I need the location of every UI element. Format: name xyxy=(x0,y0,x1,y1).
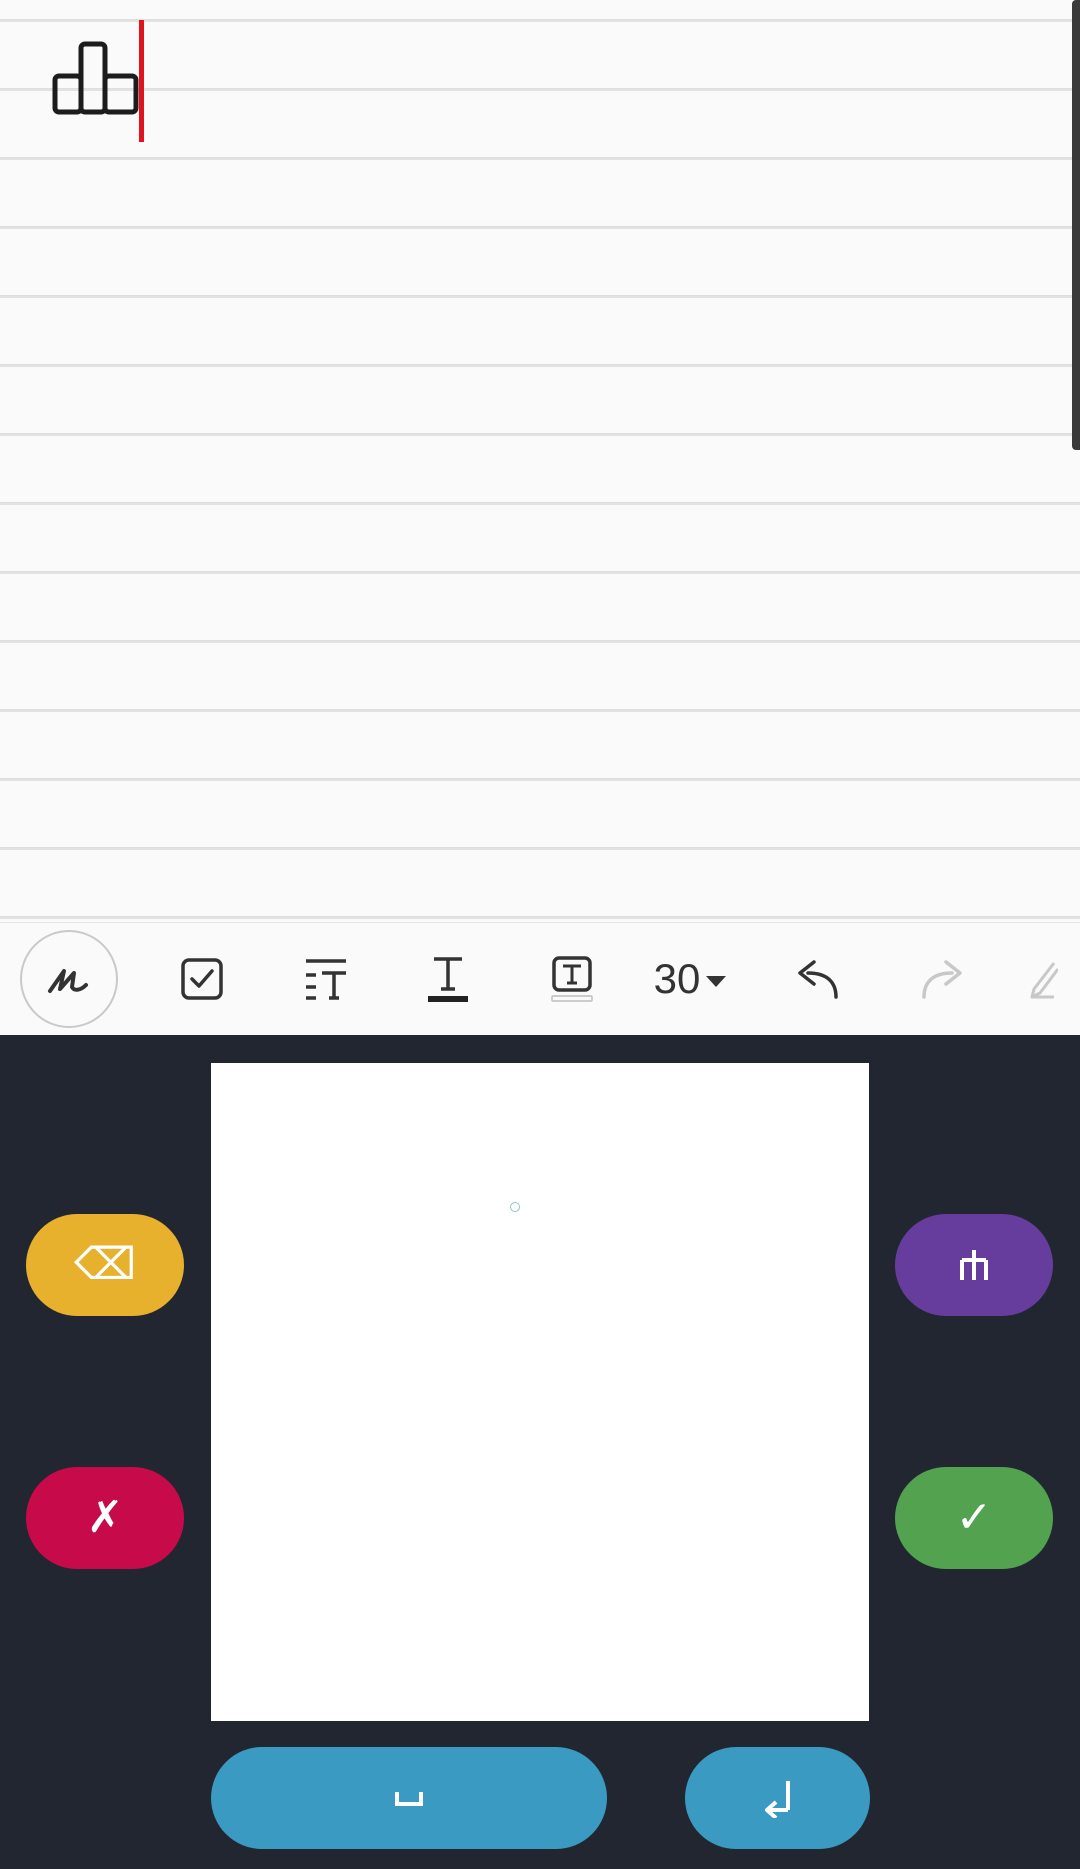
cross-icon: ✗ xyxy=(86,1492,124,1543)
pen-tool-selected-ring xyxy=(20,930,118,1028)
checkbox-tool-button[interactable] xyxy=(160,923,244,1035)
undo-button[interactable] xyxy=(776,923,860,1035)
symbol-glyph-icon xyxy=(960,1250,988,1280)
text-align-tool-button[interactable] xyxy=(284,923,368,1035)
handwriting-keyboard: ⌫ ✗ ✓ xyxy=(0,1035,1080,1869)
pen-tool-button[interactable] xyxy=(18,923,120,1035)
symbol-button[interactable] xyxy=(895,1214,1053,1316)
formatting-toolbar: 30 xyxy=(0,922,1080,1035)
text-cursor xyxy=(139,20,144,142)
checkbox-icon xyxy=(181,958,223,1000)
redo-icon xyxy=(922,960,962,999)
cancel-button[interactable]: ✗ xyxy=(26,1467,184,1569)
textbox-icon xyxy=(551,956,593,1002)
text-underline-icon xyxy=(428,957,468,1002)
space-icon xyxy=(395,1792,423,1806)
redo-button[interactable] xyxy=(900,923,984,1035)
check-icon: ✓ xyxy=(955,1492,993,1543)
font-size-dropdown[interactable]: 30 xyxy=(640,923,740,1035)
ruled-lines xyxy=(0,0,1080,922)
handwriting-input-canvas[interactable] xyxy=(211,1063,869,1721)
handwriting-note-screen: 30 ⌫ ✗ ✓ xyxy=(0,0,1080,1869)
enter-button[interactable] xyxy=(685,1747,870,1849)
backspace-button[interactable]: ⌫ xyxy=(26,1214,184,1316)
space-button[interactable] xyxy=(211,1747,607,1849)
enter-icon xyxy=(764,1781,790,1818)
eraser-icon xyxy=(1030,962,1058,999)
handwriting-pen-icon xyxy=(48,969,88,993)
undo-icon xyxy=(798,960,838,999)
scrollbar[interactable] xyxy=(1072,0,1080,450)
accept-button[interactable]: ✓ xyxy=(895,1467,1053,1569)
text-align-icon xyxy=(306,959,346,1000)
backspace-icon: ⌫ xyxy=(73,1239,137,1290)
notebook-writing-area[interactable] xyxy=(0,0,1080,922)
eraser-tool-button[interactable] xyxy=(1028,923,1080,1035)
input-position-dot xyxy=(510,1202,520,1212)
dropdown-caret-icon xyxy=(706,975,727,987)
text-underline-tool-button[interactable] xyxy=(406,923,490,1035)
font-size-value: 30 xyxy=(653,955,701,1002)
textbox-tool-button[interactable] xyxy=(530,923,614,1035)
written-glyph xyxy=(52,41,139,115)
